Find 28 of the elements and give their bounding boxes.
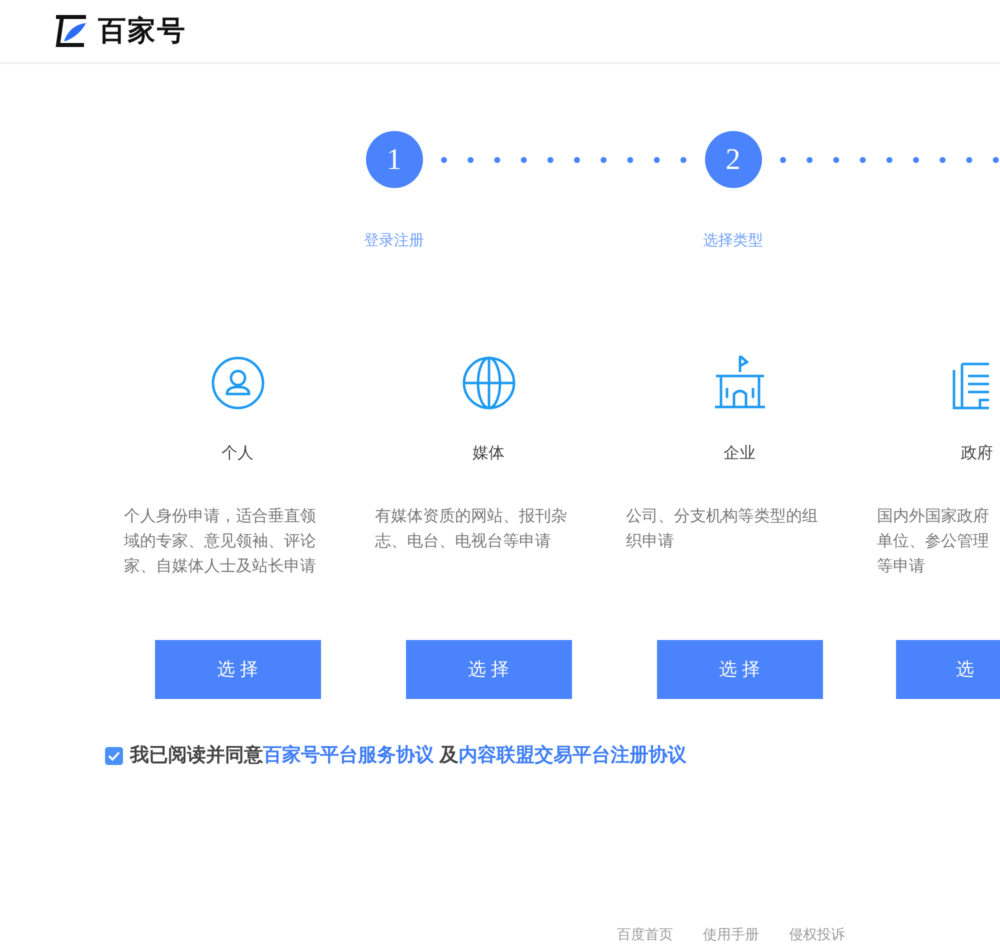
select-button[interactable]: 选 择	[656, 640, 822, 699]
select-button[interactable]: 选	[896, 640, 1000, 699]
type-title: 媒体	[472, 444, 504, 464]
logo-icon[interactable]	[54, 15, 88, 47]
building-icon	[712, 354, 766, 410]
type-description: 个人身份申请，适合垂直领 域的专家、意见领袖、评论 家、自媒体人士及站长申请	[123, 506, 317, 577]
step-number: 2	[704, 131, 762, 188]
type-title: 个人	[222, 444, 254, 464]
globe-icon	[462, 356, 516, 410]
type-description: 国内外国家政府 单位、参公管理 等申请	[876, 506, 990, 577]
type-title: 政府	[961, 444, 993, 464]
footer-link[interactable]: 使用手册	[703, 925, 759, 946]
agree-checkbox[interactable]	[105, 747, 123, 766]
footer-link[interactable]: 百度首页	[617, 925, 673, 946]
step-label: 登录注册	[364, 231, 424, 251]
type-title: 企业	[724, 444, 756, 464]
service-agreement-link[interactable]: 百家号平台服务协议	[263, 745, 434, 766]
footer-link[interactable]: 侵权投诉	[789, 925, 845, 946]
logo-text[interactable]: 百家号	[98, 10, 186, 52]
step-label: 选择类型	[703, 231, 763, 251]
user-icon	[210, 356, 264, 410]
select-button[interactable]: 选 择	[406, 640, 572, 699]
type-description: 公司、分支机构等类型的组 织申请	[625, 506, 819, 552]
step-number: 1	[366, 131, 422, 188]
select-button[interactable]: 选 择	[154, 640, 320, 699]
registration-agreement-link[interactable]: 内容联盟交易平台注册协议	[458, 745, 686, 766]
type-description: 有媒体资质的网站、报刊杂 志、电台、电视台等申请	[374, 506, 568, 552]
agreement-text: 我已阅读并同意百家号平台服务协议 及内容联盟交易平台注册协议	[130, 744, 686, 768]
